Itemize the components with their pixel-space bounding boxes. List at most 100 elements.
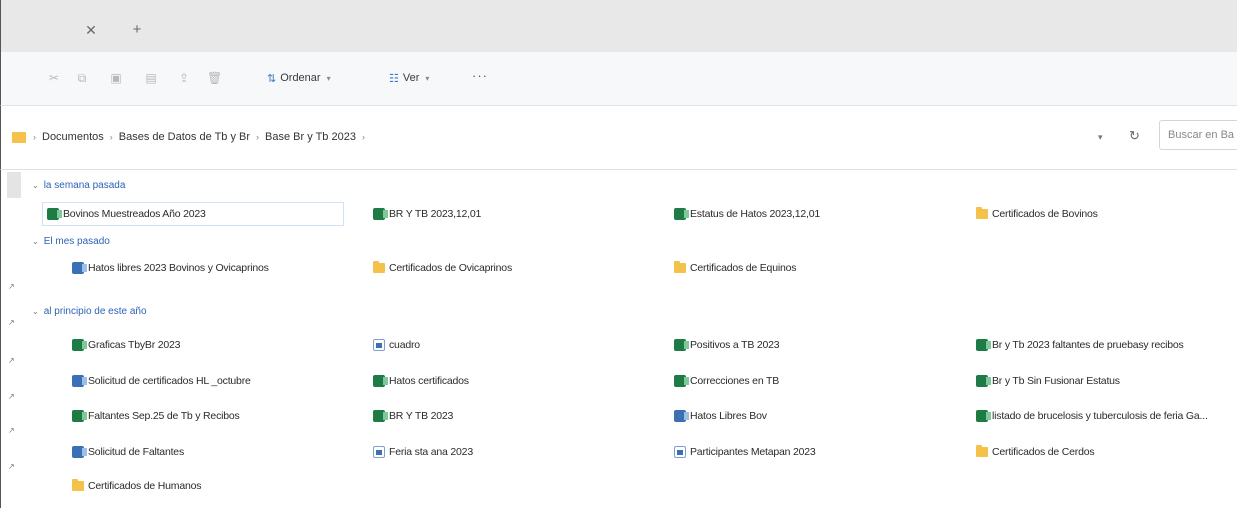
file-item[interactable]: Hatos certificados (373, 369, 469, 393)
excel-file-icon (72, 262, 87, 274)
rename-icon[interactable]: ▤ (144, 71, 158, 85)
chevron-right-icon: › (256, 132, 260, 142)
folder-item[interactable]: Certificados de Bovinos (976, 202, 1098, 226)
view-label: Ver (402, 72, 420, 84)
file-name: Feria sta ana 2023 (389, 446, 473, 458)
nav-pin-icon[interactable]: ↗ (8, 427, 15, 435)
address-history-chevron-icon[interactable]: ▾ (1098, 132, 1103, 143)
file-name: Correcciones en TB (690, 375, 779, 387)
file-name: Participantes Metapan 2023 (690, 446, 816, 458)
chevron-down-icon: ⌄ (32, 307, 39, 316)
command-bar: ✂ ⧉ ▣ ▤ ⇪ 🗑 ⇅ Ordenar ▾ ☷ Ver ▾ ··· (0, 52, 1237, 106)
file-item[interactable]: Br y Tb Sin Fusionar Estatus (976, 369, 1120, 393)
folder-icon (976, 445, 988, 457)
file-name: cuadro (389, 339, 420, 351)
word-file-icon (674, 446, 686, 458)
file-name: Graficas TbyBr 2023 (88, 339, 181, 351)
excel-file-icon (674, 410, 689, 422)
excel-file-icon (674, 208, 689, 220)
folder-item[interactable]: Certificados de Cerdos (976, 440, 1095, 464)
file-item[interactable]: Feria sta ana 2023 (373, 440, 473, 464)
file-name: Faltantes Sep.25 de Tb y Recibos (88, 410, 240, 422)
file-item[interactable]: BR Y TB 2023 (373, 404, 453, 428)
file-name: listado de brucelosis y tuberculosis de … (992, 410, 1208, 422)
file-item[interactable]: Positivos a TB 2023 (674, 333, 780, 357)
chevron-down-icon: ⌄ (32, 181, 39, 190)
search-input[interactable]: Buscar en Ba (1159, 120, 1237, 150)
breadcrumb-item[interactable]: Base Br y Tb 2023 (265, 131, 356, 143)
file-name: Hatos certificados (389, 375, 469, 387)
group-header-earlier-this-year[interactable]: ⌄ al principio de este año (32, 306, 147, 317)
excel-file-icon (373, 410, 388, 422)
folder-name: Certificados de Ovicaprinos (389, 262, 512, 274)
file-item[interactable]: Graficas TbyBr 2023 (72, 333, 181, 357)
folder-item[interactable]: Certificados de Equinos (674, 256, 796, 280)
excel-file-icon (976, 339, 991, 351)
file-item[interactable]: listado de brucelosis y tuberculosis de … (976, 404, 1208, 428)
group-label: El mes pasado (43, 236, 110, 247)
breadcrumb-item[interactable]: Documentos (42, 131, 104, 143)
group-header-last-week[interactable]: ⌄ la semana pasada (32, 180, 125, 191)
excel-file-icon (674, 375, 689, 387)
delete-icon[interactable]: 🗑 (207, 71, 222, 85)
file-item[interactable]: Estatus de Hatos 2023,12,01 (674, 202, 820, 226)
nav-pin-icon[interactable]: ↗ (8, 393, 15, 401)
file-item[interactable]: BR Y TB 2023,12,01 (373, 202, 481, 226)
file-item[interactable]: Participantes Metapan 2023 (674, 440, 816, 464)
breadcrumb-item[interactable]: Bases de Datos de Tb y Br (119, 131, 250, 143)
copy-icon[interactable]: ⧉ (75, 71, 89, 85)
view-button[interactable]: ☷ Ver ▾ (389, 69, 429, 87)
sort-button[interactable]: ⇅ Ordenar ▾ (267, 69, 331, 87)
cut-icon[interactable]: ✂ (47, 71, 61, 85)
file-item[interactable]: Hatos Libres Bov (674, 404, 767, 428)
folder-icon (373, 261, 385, 273)
file-name: Br y Tb 2023 faltantes de pruebasy recib… (992, 339, 1184, 351)
file-item[interactable]: Bovinos Muestreados Año 2023 (42, 202, 344, 226)
file-name: Estatus de Hatos 2023,12,01 (690, 208, 821, 220)
nav-pin-icon[interactable]: ↗ (8, 319, 15, 327)
file-item[interactable]: Hatos libres 2023 Bovinos y Ovicaprinos (72, 256, 269, 280)
nav-pin-icon[interactable]: ↗ (8, 283, 15, 291)
excel-file-icon (47, 208, 62, 220)
paste-icon[interactable]: ▣ (109, 71, 123, 85)
folder-icon (674, 261, 686, 273)
word-file-icon (373, 339, 385, 351)
file-item[interactable]: Br y Tb 2023 faltantes de pruebasy recib… (976, 333, 1184, 357)
nav-pin-icon[interactable]: ↗ (8, 463, 15, 471)
excel-file-icon (72, 446, 87, 458)
group-header-last-month[interactable]: ⌄ El mes pasado (32, 236, 110, 247)
view-icon: ☷ (389, 72, 399, 85)
folder-icon (72, 479, 84, 491)
new-tab-icon[interactable]: + (129, 22, 145, 38)
folder-item[interactable]: Certificados de Ovicaprinos (373, 256, 512, 280)
share-icon[interactable]: ⇪ (177, 71, 191, 85)
folder-name: Certificados de Bovinos (992, 208, 1098, 220)
word-file-icon (373, 446, 385, 458)
excel-file-icon (373, 375, 388, 387)
file-item[interactable]: Solicitud de Faltantes (72, 440, 184, 464)
file-name: Br y Tb Sin Fusionar Estatus (992, 375, 1120, 387)
group-label: al principio de este año (43, 306, 147, 317)
breadcrumb[interactable]: › Documentos › Bases de Datos de Tb y Br… (33, 131, 365, 143)
file-name: Solicitud de certificados HL _octubre (88, 375, 251, 387)
file-item[interactable]: Solicitud de certificados HL _octubre (72, 369, 251, 393)
file-item[interactable]: cuadro (373, 333, 420, 357)
file-name: Bovinos Muestreados Año 2023 (63, 208, 206, 220)
chevron-right-icon: › (361, 132, 365, 142)
excel-file-icon (674, 339, 689, 351)
file-name: Positivos a TB 2023 (690, 339, 780, 351)
nav-selected-item[interactable] (7, 172, 21, 198)
navigation-pane: ↗ ↗ ↗ ↗ ↗ ↗ (0, 170, 24, 508)
file-name: BR Y TB 2023 (389, 410, 454, 422)
folder-item[interactable]: Certificados de Humanos (72, 474, 201, 498)
more-options-button[interactable]: ··· (472, 68, 488, 83)
file-item[interactable]: Faltantes Sep.25 de Tb y Recibos (72, 404, 240, 428)
close-tab-icon[interactable]: ✕ (83, 22, 99, 38)
excel-file-icon (72, 375, 87, 387)
file-item[interactable]: Correcciones en TB (674, 369, 779, 393)
excel-file-icon (976, 375, 991, 387)
nav-pin-icon[interactable]: ↗ (8, 357, 15, 365)
excel-file-icon (976, 410, 991, 422)
refresh-icon[interactable]: ↻ (1129, 128, 1140, 144)
folder-name: Certificados de Cerdos (992, 446, 1095, 458)
